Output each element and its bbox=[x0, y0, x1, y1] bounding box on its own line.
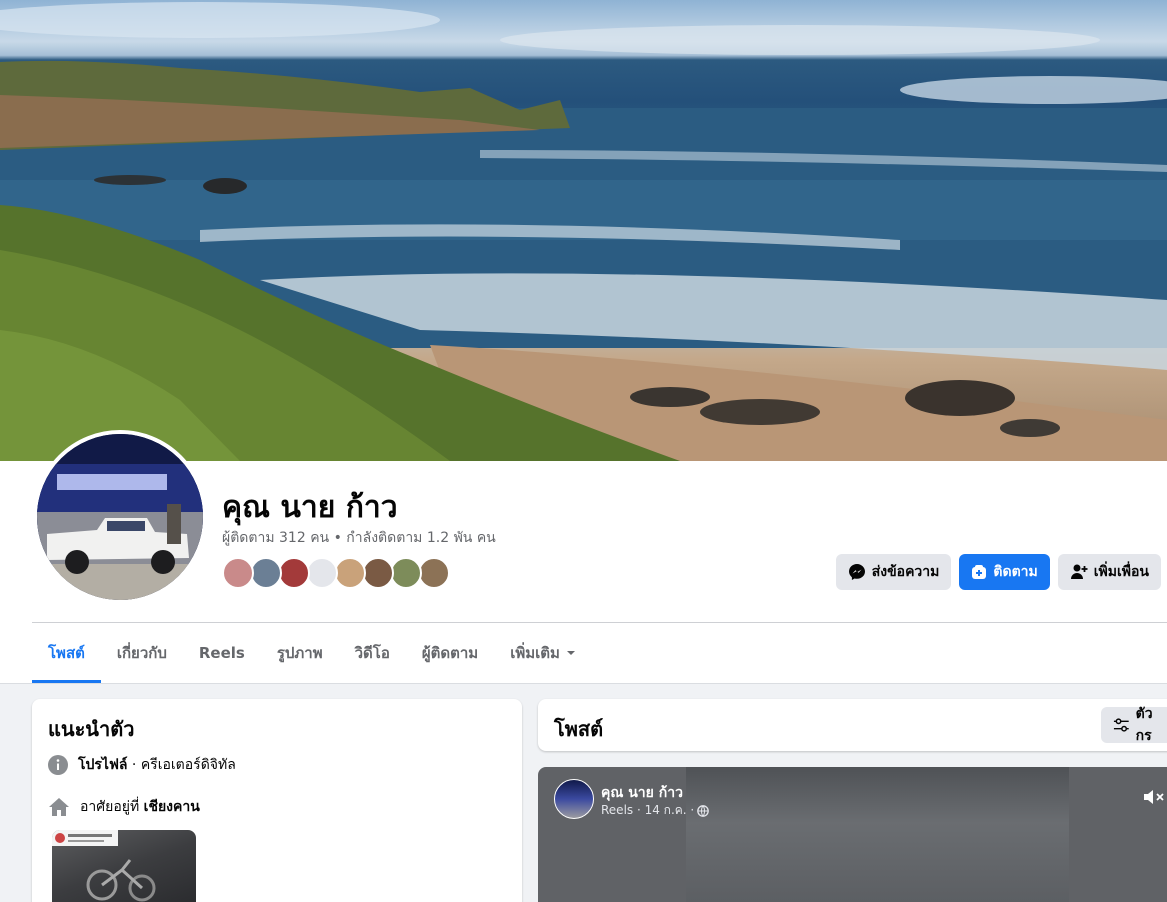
friend-avatar[interactable] bbox=[362, 557, 394, 589]
intro-lives-in-row: อาศัยอยู่ที่ เชียงคาน bbox=[48, 796, 200, 818]
follow-button[interactable]: ติดตาม bbox=[959, 554, 1050, 590]
tab-videos[interactable]: วิดีโอ bbox=[339, 623, 406, 683]
tab-more-label: เพิ่มเติม bbox=[510, 644, 560, 662]
globe-icon bbox=[697, 804, 710, 817]
avatar-truck-illustration bbox=[37, 434, 203, 600]
tab-followers[interactable]: ผู้ติดตาม bbox=[406, 623, 494, 683]
message-button[interactable]: ส่งข้อความ bbox=[835, 554, 952, 590]
info-icon bbox=[48, 755, 68, 775]
friend-avatar[interactable] bbox=[222, 557, 254, 589]
tab-posts-label: โพสต์ bbox=[48, 644, 85, 662]
friend-avatars-row bbox=[222, 557, 450, 589]
tab-reels-label: Reels bbox=[198, 644, 245, 662]
add-friend-button-label: เพิ่มเพื่อน bbox=[1093, 564, 1149, 580]
profile-tabs: โพสต์ เกี่ยวกับ Reels รูปภาพ วิดีโอ ผู้ต… bbox=[32, 623, 592, 683]
tab-about-label: เกี่ยวกับ bbox=[116, 644, 167, 662]
reel-video[interactable] bbox=[686, 767, 1069, 902]
friend-avatar[interactable] bbox=[334, 557, 366, 589]
featured-photo-illustration bbox=[52, 830, 156, 902]
tab-reels[interactable]: Reels bbox=[183, 623, 261, 683]
featured-photo[interactable] bbox=[52, 830, 196, 902]
posts-title: โพสต์ bbox=[554, 717, 604, 741]
tab-photos[interactable]: รูปภาพ bbox=[261, 623, 339, 683]
cover-photo[interactable] bbox=[0, 0, 1167, 461]
message-button-label: ส่งข้อความ bbox=[871, 564, 940, 580]
profile-name: คุณ นาย ก้าว bbox=[222, 490, 398, 525]
tab-followers-label: ผู้ติดตาม bbox=[421, 644, 479, 662]
follow-button-label: ติดตาม bbox=[993, 564, 1038, 580]
filter-sliders-icon bbox=[1113, 718, 1129, 732]
reel-author-avatar[interactable] bbox=[554, 779, 594, 819]
intro-lives-in-prefix: อาศัยอยู่ที่ bbox=[80, 799, 140, 815]
intro-card: แนะนำตัว โปรไฟล์ · ครีเอเตอร์ดิจิทัล อาศ… bbox=[32, 699, 522, 902]
filters-button[interactable]: ตัวกร bbox=[1101, 706, 1167, 744]
intro-title: แนะนำตัว bbox=[48, 717, 135, 741]
friend-avatar[interactable] bbox=[418, 557, 450, 589]
home-icon bbox=[49, 798, 69, 816]
friend-avatar[interactable] bbox=[278, 557, 310, 589]
intro-profile-row: โปรไฟล์ · ครีเอเตอร์ดิจิทัล bbox=[48, 754, 236, 776]
intro-profile-label: โปรไฟล์ bbox=[78, 757, 128, 773]
follow-icon bbox=[972, 565, 987, 579]
caret-down-icon bbox=[566, 651, 575, 655]
filters-button-label: ตัวกร bbox=[1135, 706, 1153, 744]
reel-meta-text: Reels · 14 ก.ค. · bbox=[601, 803, 695, 817]
mute-icon[interactable] bbox=[1142, 787, 1166, 807]
reel-meta: Reels · 14 ก.ค. · bbox=[601, 801, 710, 820]
intro-profile-type: · ครีเอเตอร์ดิจิทัล bbox=[127, 757, 236, 773]
messenger-icon bbox=[848, 564, 865, 580]
add-friend-button[interactable]: เพิ่มเพื่อน bbox=[1057, 554, 1161, 590]
tab-posts[interactable]: โพสต์ bbox=[32, 623, 101, 683]
followers-count[interactable]: ผู้ติดตาม 312 คน • กำลังติดตาม 1.2 พัน ค… bbox=[222, 527, 496, 549]
friend-avatar[interactable] bbox=[390, 557, 422, 589]
tab-about[interactable]: เกี่ยวกับ bbox=[101, 623, 183, 683]
add-friend-icon bbox=[1070, 564, 1088, 579]
friend-avatar[interactable] bbox=[250, 557, 282, 589]
profile-actions: ส่งข้อความ ติดตาม เพิ่มเพื่อน bbox=[835, 554, 1161, 590]
tab-videos-label: วิดีโอ bbox=[354, 644, 390, 662]
reel-post[interactable]: คุณ นาย ก้าว Reels · 14 ก.ค. · bbox=[538, 767, 1167, 902]
posts-header-card: โพสต์ ตัวกร bbox=[538, 699, 1167, 751]
cover-landscape-illustration bbox=[0, 2, 1167, 461]
tab-photos-label: รูปภาพ bbox=[276, 644, 323, 662]
profile-avatar[interactable] bbox=[33, 430, 207, 604]
intro-lives-in-place[interactable]: เชียงคาน bbox=[144, 799, 200, 815]
friend-avatar[interactable] bbox=[306, 557, 338, 589]
tab-more[interactable]: เพิ่มเติม bbox=[494, 623, 592, 683]
